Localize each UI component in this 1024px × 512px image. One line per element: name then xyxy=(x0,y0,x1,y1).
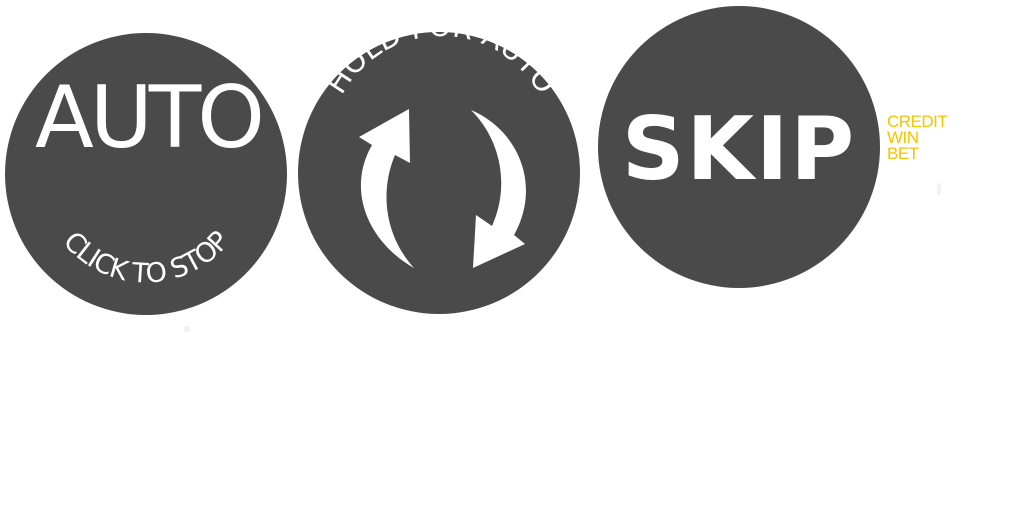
auto-button-graphic: AUTO CLICK TO STOP xyxy=(5,33,287,315)
sprite-sheet: AUTO CLICK TO STOP HOLD FOR AUTO SKIP CR… xyxy=(0,0,1024,512)
auto-button[interactable]: AUTO CLICK TO STOP xyxy=(0,30,292,320)
meter-legend: CREDIT WIN BET xyxy=(887,113,948,163)
hold-for-auto-button[interactable]: HOLD FOR AUTO xyxy=(296,9,584,318)
faint-speck xyxy=(184,326,190,332)
skip-button-label: SKIP xyxy=(622,98,856,200)
hold-for-auto-button-graphic: HOLD FOR AUTO xyxy=(298,9,580,314)
faint-speck xyxy=(937,183,941,195)
skip-button[interactable]: SKIP xyxy=(596,4,882,290)
auto-button-label: AUTO xyxy=(35,68,261,168)
bet-label: BET xyxy=(887,144,919,163)
skip-button-graphic: SKIP xyxy=(598,6,880,288)
